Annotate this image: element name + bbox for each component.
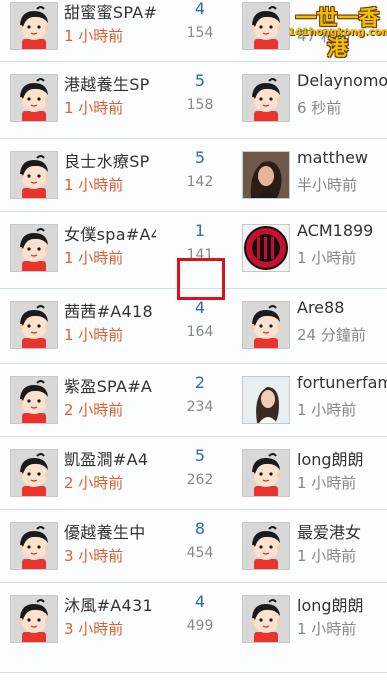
thread-row: 優越養生中 3 小時前 8 454 最爱港女 1 小時前 [0, 510, 387, 583]
last-poster-avatar[interactable] [242, 74, 290, 122]
thread-title-link[interactable]: 茜茜#A418 [64, 298, 156, 322]
last-poster-name[interactable]: ACM1899 [297, 221, 387, 240]
author-avatar[interactable] [10, 151, 58, 199]
last-poster-name[interactable]: fortunerfam [297, 373, 387, 392]
last-post-time[interactable]: 1 小時前 [297, 545, 387, 566]
last-post-time[interactable]: 1 小時前 [297, 247, 387, 268]
thread-title-link[interactable]: 優越養生中 [64, 519, 156, 543]
view-count: 234 [186, 399, 214, 415]
thread-title-link[interactable]: 凱盈澗#A4 [64, 446, 156, 470]
view-count: 158 [186, 97, 214, 113]
reply-count[interactable]: 5 [170, 148, 230, 167]
author-avatar[interactable] [10, 522, 58, 570]
author-avatar[interactable] [10, 74, 58, 122]
last-poster-avatar[interactable] [242, 224, 290, 272]
thread-title-link[interactable]: 紫盈SPA#A [64, 373, 156, 397]
last-post-time[interactable]: 1 小時前 [297, 472, 387, 493]
view-count: 142 [186, 174, 214, 190]
reply-count[interactable]: 1 [170, 221, 230, 240]
last-post-time[interactable]: 1 小時前 [297, 618, 387, 639]
reply-count[interactable]: 8 [170, 519, 230, 538]
thread-row: 沐風#A431 3 小時前 4 499 long朗朗 1 小時前 [0, 583, 387, 673]
view-count: 454 [186, 545, 214, 561]
reply-count[interactable]: 2 [170, 373, 230, 392]
reply-count[interactable]: 4 [170, 0, 230, 18]
last-post-time[interactable]: 半小時前 [297, 174, 387, 195]
author-avatar[interactable] [10, 224, 58, 272]
last-post-time[interactable]: 24 分鐘前 [297, 324, 387, 345]
post-time: 1 小時前 [64, 27, 124, 45]
reply-count[interactable]: 5 [170, 446, 230, 465]
reply-count[interactable]: 4 [170, 298, 230, 317]
thread-title-link[interactable]: 港越養生SP [64, 71, 156, 95]
last-poster-avatar[interactable] [242, 449, 290, 497]
last-poster-avatar[interactable] [242, 376, 290, 424]
highlight-box [177, 258, 225, 300]
last-poster-name[interactable]: Are88 [297, 298, 387, 317]
last-post-time[interactable]: 1 小時前 [297, 399, 387, 420]
thread-title-link[interactable]: 甜蜜蜜SPA# [64, 0, 156, 23]
last-poster-name[interactable]: 最爱港女 [297, 519, 387, 543]
last-poster-avatar[interactable] [242, 522, 290, 570]
post-time: 2 小時前 [64, 474, 124, 492]
post-time: 1 小時前 [64, 99, 124, 117]
last-poster-avatar[interactable] [242, 2, 290, 50]
view-count: 164 [186, 324, 214, 340]
view-count: 499 [186, 618, 214, 634]
author-avatar[interactable] [10, 376, 58, 424]
author-avatar[interactable] [10, 449, 58, 497]
thread-row: 凱盈澗#A4 2 小時前 5 262 long朗朗 1 小時前 [0, 437, 387, 510]
last-poster-name[interactable]: long朗朗 [297, 592, 387, 616]
author-avatar[interactable] [10, 595, 58, 643]
view-count: 154 [186, 25, 214, 41]
thread-row: 良士水療SP 1 小時前 5 142 matthew 半小時前 [0, 139, 387, 212]
thread-title-link[interactable]: 良士水療SP [64, 148, 156, 172]
watermark-logo: 一世一香港 141hongkong.com [288, 0, 387, 60]
author-avatar[interactable] [10, 2, 58, 50]
thread-title-link[interactable]: 女僕spa#A4 [64, 221, 156, 245]
post-time: 1 小時前 [64, 176, 124, 194]
post-time: 2 小時前 [64, 401, 124, 419]
last-poster-avatar[interactable] [242, 301, 290, 349]
last-poster-avatar[interactable] [242, 151, 290, 199]
post-time: 1 小時前 [64, 249, 124, 267]
watermark-sub: 141hongkong.com [288, 27, 387, 38]
thread-title-link[interactable]: 沐風#A431 [64, 592, 156, 616]
last-post-time[interactable]: 6 秒前 [297, 97, 387, 118]
next-row-partial [0, 673, 387, 680]
post-time: 3 小時前 [64, 620, 124, 638]
reply-count[interactable]: 5 [170, 71, 230, 90]
last-poster-name[interactable]: matthew [297, 148, 387, 167]
reply-count[interactable]: 4 [170, 592, 230, 611]
post-time: 3 小時前 [64, 547, 124, 565]
view-count: 262 [186, 472, 214, 488]
thread-row: 茜茜#A418 1 小時前 4 164 Are88 24 分鐘前 [0, 289, 387, 364]
thread-row: 港越養生SP 1 小時前 5 158 Delaynomo 6 秒前 [0, 62, 387, 139]
last-poster-avatar[interactable] [242, 595, 290, 643]
last-poster-name[interactable]: Delaynomo [297, 71, 387, 90]
author-avatar[interactable] [10, 301, 58, 349]
post-time: 1 小時前 [64, 326, 124, 344]
thread-row: 紫盈SPA#A 2 小時前 2 234 fortunerfam 1 小時前 [0, 364, 387, 437]
last-poster-name[interactable]: long朗朗 [297, 446, 387, 470]
